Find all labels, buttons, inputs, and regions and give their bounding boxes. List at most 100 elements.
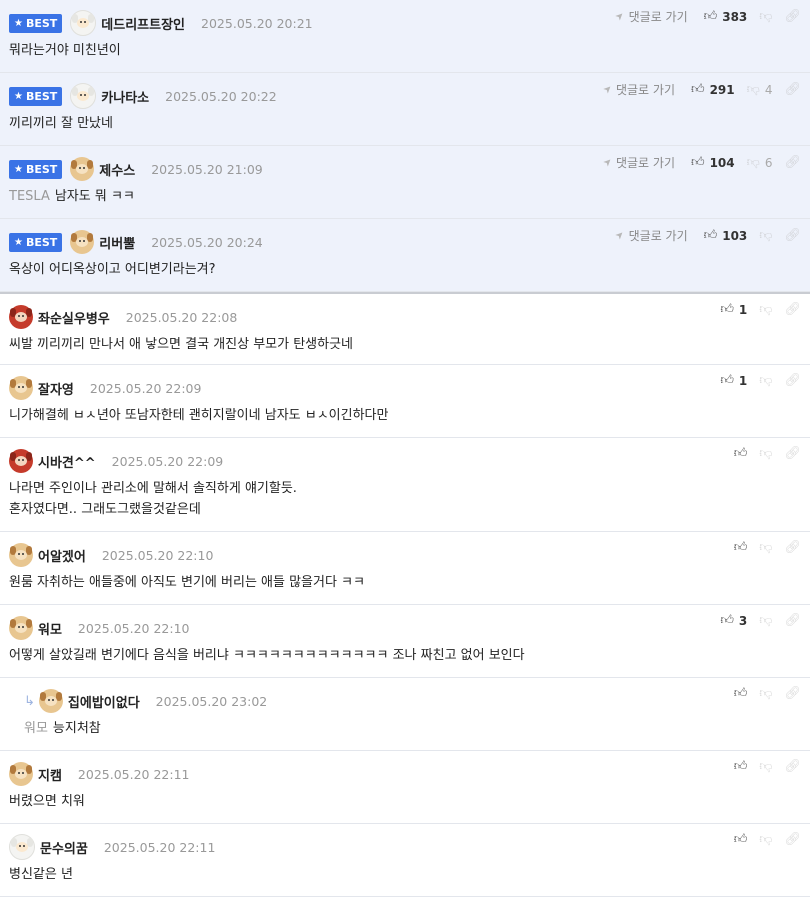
goto-comment-link[interactable]: ➤ 댓글로 가기	[614, 8, 688, 25]
author-nickname[interactable]: 데드리프트장인	[101, 14, 185, 33]
like-button[interactable]: 👍︎	[734, 832, 748, 847]
like-button[interactable]: 👍︎ 3	[720, 613, 747, 628]
dislike-button[interactable]: 👎︎	[759, 832, 772, 847]
author-nickname[interactable]: 제수스	[99, 160, 135, 179]
dog-avatar-icon[interactable]	[9, 762, 33, 786]
best-badge: ★ BEST	[9, 86, 63, 106]
dislike-button[interactable]: 👎︎	[759, 613, 772, 628]
comment-text: 남자도 뭐 ㅋㅋ	[54, 189, 135, 204]
comment-actions: 👍︎ 👎︎ 🔗︎	[734, 759, 801, 774]
comment-text-line: 니가해결헤 ㅂㅅ년아 또남자한테 괜히지랄이네 남자도 ㅂㅅ이긴하다만	[9, 405, 801, 426]
thumbs-up-icon: 👍︎	[720, 302, 734, 317]
author-nickname[interactable]: 시바견^^	[38, 452, 96, 471]
comment-header: 지캠 2025.05.20 22:11	[9, 761, 801, 787]
comment-header: 워모 2025.05.20 22:10	[9, 615, 801, 641]
dog-avatar-red-icon[interactable]	[9, 449, 33, 473]
link-icon[interactable]: 🔗︎	[784, 302, 801, 317]
dog-avatar-icon[interactable]	[38, 689, 63, 713]
dog-avatar-icon[interactable]	[9, 834, 35, 860]
dislike-button[interactable]: 👎︎	[759, 9, 772, 24]
like-button[interactable]: 👍︎	[734, 446, 748, 461]
dislike-button[interactable]: 👎︎	[759, 228, 772, 243]
dislike-button[interactable]: 👎︎	[759, 540, 772, 555]
goto-comment-link[interactable]: ➤ 댓글로 가기	[614, 227, 688, 244]
like-button[interactable]: 👍︎ 291	[691, 82, 735, 97]
link-icon[interactable]: 🔗︎	[784, 613, 801, 628]
comment-item: 어알겠어 2025.05.20 22:10 👍︎ 👎︎ 🔗︎ 원룸 자취하는 애들중에 아…	[0, 532, 810, 605]
star-icon: ★	[14, 163, 23, 175]
like-button[interactable]: 👍︎ 104	[691, 155, 735, 170]
comment-header: 잘자영 2025.05.20 22:09	[9, 375, 801, 401]
author-nickname[interactable]: 좌순실우병우	[38, 308, 110, 327]
goto-label: 댓글로 가기	[628, 229, 688, 243]
comment-prefix-tag[interactable]: 워모	[24, 721, 48, 736]
thumbs-down-icon: 👎︎	[759, 9, 773, 24]
like-button[interactable]: 👍︎ 1	[720, 373, 747, 388]
comment-item: 잘자영 2025.05.20 22:09 👍︎ 1 👎︎ 🔗︎ 니가해결헤 ㅂㅅ년아 또남자…	[0, 365, 810, 438]
comment-text-line: 뭐라는거야 미친년이	[9, 40, 801, 61]
like-button[interactable]: 👍︎ 103	[704, 228, 748, 243]
comment-text-line: 끼리끼리 잘 만났네	[9, 113, 801, 134]
dislike-button[interactable]: 👎︎ 4	[747, 82, 773, 97]
comment-text-line: 어떻게 살았길래 변기에다 음식을 버리냐 ㅋㅋㅋㅋㅋㅋㅋㅋㅋㅋㅋㅋㅋ 조나 짜…	[9, 645, 801, 666]
dog-avatar-icon[interactable]	[9, 543, 33, 567]
dislike-button[interactable]: 👎︎ 6	[747, 155, 773, 170]
dog-avatar-icon[interactable]	[70, 230, 95, 254]
dislike-button[interactable]: 👎︎	[759, 302, 772, 317]
dislike-button[interactable]: 👎︎	[759, 686, 772, 701]
comment-text: 끼리끼리 잘 만났네	[9, 116, 113, 131]
author-nickname[interactable]: 리버뿔	[99, 233, 135, 252]
comment-body: 나라면 주인이나 관리소에 말해서 솔직하게 얘기할듯. 혼자였다면.. 그래도그…	[9, 478, 801, 520]
comment-actions: 👍︎ 1 👎︎ 🔗︎	[720, 373, 801, 388]
author-nickname[interactable]: 집에밥이없다	[68, 692, 140, 711]
comment-date: 2025.05.20 22:10	[77, 620, 190, 636]
dislike-button[interactable]: 👎︎	[759, 759, 772, 774]
link-icon[interactable]: 🔗︎	[784, 759, 801, 774]
comment-item: 워모 2025.05.20 22:10 👍︎ 3 👎︎ 🔗︎ 어떻게 살았길래 변기에다 음…	[0, 605, 810, 678]
comment-date: 2025.05.20 22:09	[89, 380, 202, 396]
like-button[interactable]: 👍︎	[734, 686, 748, 701]
dog-avatar-icon[interactable]	[70, 157, 95, 181]
link-icon[interactable]: 🔗︎	[784, 446, 801, 461]
dog-avatar-icon[interactable]	[70, 83, 97, 109]
comment-text-line: 옥상이 어디옥상이고 어디변기라는겨?	[9, 259, 801, 280]
comment-text: 혼자였다면.. 그래도그랬을것같은데	[9, 502, 201, 517]
like-button[interactable]: 👍︎	[734, 540, 748, 555]
author-nickname[interactable]: 문수의꿈	[40, 838, 88, 857]
comment-item: ★ BEST 제수스 2025.05.20 21:09 ➤ 댓글로 가기 👍︎ 104 👎︎ 6 🔗…	[0, 146, 810, 219]
link-icon[interactable]: 🔗︎	[784, 540, 801, 555]
dislike-button[interactable]: 👎︎	[759, 373, 772, 388]
dog-avatar-icon[interactable]	[9, 376, 33, 400]
comment-body: 니가해결헤 ㅂㅅ년아 또남자한테 괜히지랄이네 남자도 ㅂㅅ이긴하다만	[9, 405, 801, 426]
dog-avatar-icon[interactable]	[70, 10, 97, 36]
dislike-button[interactable]: 👎︎	[759, 446, 772, 461]
link-icon[interactable]: 🔗︎	[784, 9, 801, 24]
comment-item: ★ BEST 데드리프트장인 2025.05.20 20:21 ➤ 댓글로 가기 👍︎ 383…	[0, 0, 810, 73]
link-icon[interactable]: 🔗︎	[784, 228, 801, 243]
thumbs-up-icon: 👍︎	[690, 82, 705, 97]
author-nickname[interactable]: 어알겠어	[38, 546, 86, 565]
link-icon[interactable]: 🔗︎	[784, 373, 801, 388]
author-nickname[interactable]: 잘자영	[38, 379, 74, 398]
goto-label: 댓글로 가기	[615, 83, 675, 97]
comment-body: 옥상이 어디옥상이고 어디변기라는겨?	[9, 259, 801, 280]
author-nickname[interactable]: 지캠	[38, 765, 62, 784]
like-button[interactable]: 👍︎ 383	[704, 9, 748, 24]
author-nickname[interactable]: 워모	[38, 619, 62, 638]
like-count: 291	[709, 82, 735, 97]
link-icon[interactable]: 🔗︎	[784, 155, 801, 170]
link-icon[interactable]: 🔗︎	[784, 82, 801, 97]
link-icon[interactable]: 🔗︎	[784, 832, 801, 847]
comment-prefix-tag[interactable]: TESLA	[9, 189, 50, 204]
dog-avatar-red-icon[interactable]	[9, 305, 33, 329]
dog-avatar-icon[interactable]	[9, 616, 33, 640]
goto-comment-link[interactable]: ➤ 댓글로 가기	[601, 154, 675, 171]
goto-comment-link[interactable]: ➤ 댓글로 가기	[601, 81, 675, 98]
dislike-count: 6	[764, 155, 773, 170]
like-button[interactable]: 👍︎ 1	[720, 302, 747, 317]
like-button[interactable]: 👍︎	[734, 759, 748, 774]
author-nickname[interactable]: 카나타소	[101, 87, 149, 106]
link-icon[interactable]: 🔗︎	[784, 686, 801, 701]
comment-date: 2025.05.20 22:11	[77, 766, 190, 782]
like-count: 103	[722, 228, 748, 243]
